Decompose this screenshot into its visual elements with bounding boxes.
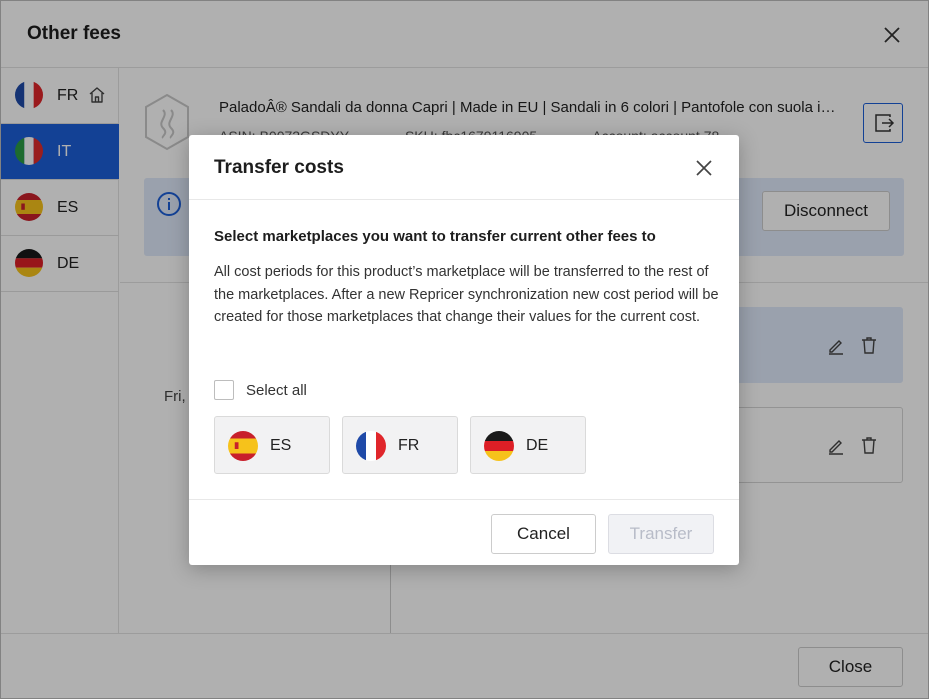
dialog-title: Transfer costs [214,157,344,178]
dialog-footer: Cancel Transfer [189,499,739,565]
marketplace-label: ES [270,437,292,454]
marketplace-option-fr[interactable]: FR [342,416,458,474]
dialog-header: Transfer costs [189,135,739,200]
transfer-button[interactable]: Transfer [608,514,714,554]
transfer-costs-dialog: Transfer costs Select marketplaces you w… [189,135,739,565]
marketplace-label: FR [398,437,420,454]
france-flag-icon [356,431,386,461]
select-all-checkbox[interactable] [214,380,234,400]
germany-flag-icon [484,431,514,461]
cancel-button[interactable]: Cancel [491,514,596,554]
marketplace-label: DE [526,437,549,454]
marketplace-option-es[interactable]: ES [214,416,330,474]
spain-flag-icon [228,431,258,461]
dialog-description: All cost periods for this product’s mark… [214,264,719,326]
marketplace-option-de[interactable]: DE [470,416,586,474]
select-all-label[interactable]: Select all [246,382,307,399]
close-icon[interactable] [695,159,713,177]
dialog-heading: Select marketplaces you want to transfer… [214,228,656,245]
